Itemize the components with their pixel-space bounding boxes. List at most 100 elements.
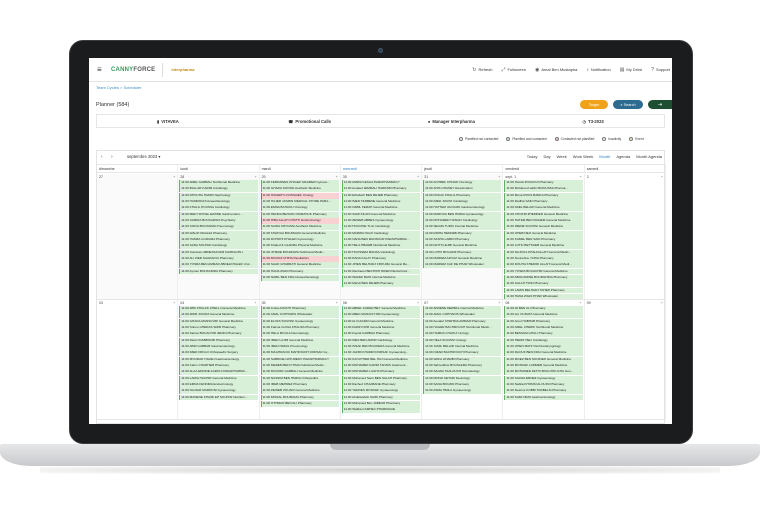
next-month-icon[interactable]: ›: [111, 154, 113, 160]
add-event-icon[interactable]: +: [661, 175, 663, 179]
calendar-event[interactable]: 11:00 GHADA SOUSSI Aesthetic Medicine: [260, 186, 339, 193]
calendar-event[interactable]: 11:00 NAJOUA KHALFALLAH General Medic...: [504, 249, 583, 256]
calendar-event[interactable]: 11:00 ABD KHALAK CHELLI General Medicine: [179, 306, 258, 312]
calendar-event[interactable]: 11:00 YOSRA BEN AMMAR ABDELKHALEK Urol..…: [179, 262, 258, 269]
calendar-event[interactable]: 11:00 HELA MOULA Dermatology: [260, 331, 339, 338]
calendar-event[interactable]: 11:00 ASMA HMILA Gynaecology: [423, 388, 502, 395]
calendar-event[interactable]: 11:00 ANIS GHANEY Reanimation: [423, 186, 502, 193]
add-event-icon[interactable]: +: [661, 301, 663, 305]
calendar-event[interactable]: 11:00 HIBA ALLAH CHATTI Endocrinology: [260, 217, 339, 224]
calendar-event[interactable]: 11:00 MONJI KETARI Neurology: [423, 375, 502, 382]
calendar-event[interactable]: 11:00 TAWOUA BOUMAIZA General Medicine: [260, 230, 339, 237]
calendar-event[interactable]: 11:00 JIHENE BOUMAIZA Nutritional Medic.…: [260, 249, 339, 256]
calendar-event[interactable]: 11:00 SAMI KILANI General Medicine: [341, 211, 421, 218]
calendar-event[interactable]: 11:00 Nesrine KOBBI TRABELSI Pharmacy: [504, 388, 583, 395]
calendar-event[interactable]: 11:00 AMAL COPHADIS Wholesaler: [260, 312, 339, 319]
calendar-event[interactable]: 11:00 ABOUAMINE BOURGHIDA Pharmacy: [504, 274, 583, 281]
calendar-event[interactable]: 11:00 AMIRA KESILA PARAPHARMACY: [341, 180, 421, 186]
search-button[interactable]: ⌕ Search: [613, 100, 643, 109]
calendar-event[interactable]: 11:00 MOHAMED FETHI BOUGHOUCHA Gen...: [504, 369, 583, 376]
calendar-event[interactable]: 11:00 MANENE KHAIRI EP SOUISSI Nutrition…: [179, 394, 258, 401]
calendar-event[interactable]: 11:00 MOUNIR GARBALI General Medicine: [260, 369, 339, 376]
calendar-event[interactable]: 11:00 ALI OUNATA General Medicine: [504, 312, 583, 319]
add-event-icon[interactable]: +: [417, 301, 419, 305]
calendar-event[interactable]: 11:00 GHADA MANSOURI General Medicine: [179, 318, 258, 325]
calendar-event[interactable]: 11:00 MOHAMED LAGHA Pharmacy: [341, 369, 421, 376]
day-cell[interactable]: 30 +11:00 AMIRA KESILA PARAPHARMACY 11:00 …: [340, 174, 423, 299]
calendar-event[interactable]: 11:00 HAJER JASMIN MEDICAL STORE PARA...: [260, 198, 339, 205]
calendar-event[interactable]: 11:00 SABRINE NATUREMY PARAPHARMACY: [260, 356, 339, 363]
calendar-event[interactable]: 11:00 SOFIA BOUSSIMA Pneumology: [179, 224, 258, 231]
calendar-event[interactable]: 11:00 HOUSSEM MANAA Cardiology: [341, 249, 421, 256]
calendar-event[interactable]: 11:00 INSAF BEN BOUKERA General Medicine: [341, 343, 421, 350]
calendar-event[interactable]: 11:00 AMEL GARBALI Nutritional Medicine: [179, 180, 258, 186]
calendar-event[interactable]: 11:00 Khaled & GLADRA Physical Medicine: [260, 243, 339, 250]
calendar-event[interactable]: 11:00 NABIL FERAH General Medicine: [341, 205, 421, 212]
calendar-event[interactable]: 11:00 FINGUI KHALIL Pharmacy: [423, 192, 502, 199]
calendar-event[interactable]: 11:00 SAMI NIMA Gastroenterology: [504, 394, 583, 401]
calendar-event[interactable]: 11:00 Fatima GUIGA KHALIFA Pharmacy: [260, 324, 339, 331]
calendar-event[interactable]: 11:00 INES BEN AMOR Cardiology: [341, 337, 421, 344]
calendar-event[interactable]: 11:00 All BEN ALI Pharmacy: [504, 306, 583, 312]
calendar-event[interactable]: 11:00 KHALIL HOUSSA Cardiology: [179, 205, 258, 212]
calendar-event[interactable]: 11:00 IMED FRIGUI Orthopaedic Surgery: [179, 350, 258, 357]
calendar-event[interactable]: 11:00 WALID MAALEJ Pharmacy: [179, 230, 258, 237]
calendar-event[interactable]: 11:00 HAGER BACHROUCH Nutritional Medic.…: [423, 324, 502, 331]
calendar-event[interactable]: 11:00 AMIR JOUIDA General Medicine: [179, 312, 258, 319]
calendar-event[interactable]: 11:00 ABED MANACH RM Gynaecology: [341, 312, 421, 319]
calendar-event[interactable]: 11:00 RAOUF BEN FRAJ General Medicine: [504, 350, 583, 357]
calendar-event[interactable]: 11:00 HAMDA CHAOUI Urology: [423, 331, 502, 338]
calendar-event[interactable]: 11:00 Karim CHARHEM Pharmacy: [179, 362, 258, 369]
calendar-event[interactable]: 11:00 Samar BOUACHIR JEDIDI Pharmacy: [179, 331, 258, 338]
add-event-icon[interactable]: +: [498, 175, 500, 179]
calendar-event[interactable]: 11:00 MARIEM CAF DE PHAR Wholesaler: [423, 262, 502, 269]
prev-month-icon[interactable]: ‹: [101, 154, 103, 160]
calendar-event[interactable]: 11:00 MOEZ BEN SOUIDER General Medicine: [504, 356, 583, 363]
calendar-event[interactable]: 11:00 MAGHRAOUI MAHFOUDH DORSAF Gy...: [260, 350, 339, 357]
exit-button[interactable]: ⇥: [648, 100, 672, 109]
day-cell[interactable]: 06 +11:00 ABDEL KADER BEY General Medicin…: [341, 300, 423, 419]
calendar-event[interactable]: 11:00 Aouatef JEMMALI HARRABI Pharmacy: [341, 186, 421, 193]
calendar-event[interactable]: 11:00 SAAD GHARRATI General Medicine: [260, 262, 339, 269]
top-action-fullscreen[interactable]: ⤢ Fullscreen: [502, 67, 526, 73]
view-month-agenda[interactable]: Month Agenda: [636, 154, 662, 159]
top-action-bell[interactable]: ♪ Notification: [586, 67, 610, 73]
calendar-event[interactable]: 11:00 YOSRA BOUACHIR General Medicine: [504, 268, 583, 275]
calendar-event[interactable]: 11:00 IMENE SOUISSI General Medicine: [504, 224, 583, 231]
calendar-event[interactable]: 11:00 NIZAR BACHROUCH Pharmacy: [423, 350, 502, 357]
top-action-support[interactable]: ? Support: [651, 67, 670, 73]
calendar-event[interactable]: 11:00 MARWA HAJJI Cardiology: [341, 230, 421, 237]
calendar-event[interactable]: 11:00 SALWA TAALOUCH Dermatology: [423, 369, 502, 376]
calendar-event[interactable]: 11:00 JIHEN BELHADJ FROUMA General Me...: [341, 262, 421, 269]
day-cell[interactable]: 27 +: [97, 174, 179, 299]
add-event-icon[interactable]: +: [336, 301, 338, 305]
add-event-icon[interactable]: +: [173, 301, 175, 305]
day-cell[interactable]: 03 +: [97, 300, 179, 419]
target-button[interactable]: Target: [580, 100, 608, 109]
calendar-event[interactable]: 11:00 Hamdi ZOUAOUI Pharmacy: [504, 180, 583, 186]
tab-1[interactable]: ☎ Promotional Calls: [239, 119, 381, 124]
calendar-event[interactable]: 11:00 MISSAL BOUMAIZA Pharmacy: [260, 394, 339, 401]
view-today[interactable]: Today: [527, 154, 538, 159]
calendar-event[interactable]: 11:00 IMED JOUINI Cardiology: [423, 198, 502, 205]
calendar-event[interactable]: 11:00 SASHA LABIDI Pharmacy: [423, 236, 502, 243]
day-cell[interactable]: 05 +11:00 Amira AOUNTI Pharmacy 11:00 AMAL…: [260, 300, 341, 419]
calendar-event[interactable]: 11:00 Mona ROUS BARKA Pharmacy: [504, 192, 583, 199]
calendar-event[interactable]: 11:00 OTHMAN BEN ALI Pharmacy: [260, 400, 339, 407]
calendar-event[interactable]: 11:00 MOHAMED HANAFI Cardiology: [423, 217, 502, 224]
calendar-event[interactable]: 11:00 SALAH TRIKI Pharmacy: [504, 281, 583, 288]
calendar-event[interactable]: 11:00 IMEB MEHREZ Pharmacy: [260, 381, 339, 388]
calendar-event[interactable]: 11:00 SELMA TURKI Internal Medicine: [423, 224, 502, 231]
calendar-event[interactable]: 11:00 Elizabeth BEN REJEB Pharmacy: [341, 192, 421, 199]
top-action-user[interactable]: ◉ Amal Ben Mustapha: [535, 67, 577, 73]
calendar-event[interactable]: 11:00 Rached CHAABANE Pharmacy: [341, 381, 421, 388]
calendar-event[interactable]: 11:00 SANA SOUISSI Cardiology: [179, 243, 258, 250]
calendar-event[interactable]: 11:00 ALAA EDDINE KAROUI PARAPHARMA...: [179, 369, 258, 376]
calendar-event[interactable]: 11:00 Sohoo GHEDAS SMIR Pharmacy: [179, 324, 258, 331]
calendar-event[interactable]: 11:00 HAFEDH LOUSSAIEF Urology: [260, 192, 339, 199]
calendar-event[interactable]: 11:00 DOUHA KHEDIRI ALLAH General Medi..…: [504, 262, 583, 269]
calendar-event[interactable]: 11:00 Abdelwaheb SAIDI Pharmacy: [341, 394, 421, 401]
calendar-event[interactable]: 11:00 Radhia SAID Pharmacy: [504, 198, 583, 205]
calendar-event[interactable]: 11:00 NABIL BEN FRAJ Anaesthesiology: [260, 274, 339, 281]
calendar-event[interactable]: 11:00 EMNA FENNIRA Endocrinology: [179, 381, 258, 388]
